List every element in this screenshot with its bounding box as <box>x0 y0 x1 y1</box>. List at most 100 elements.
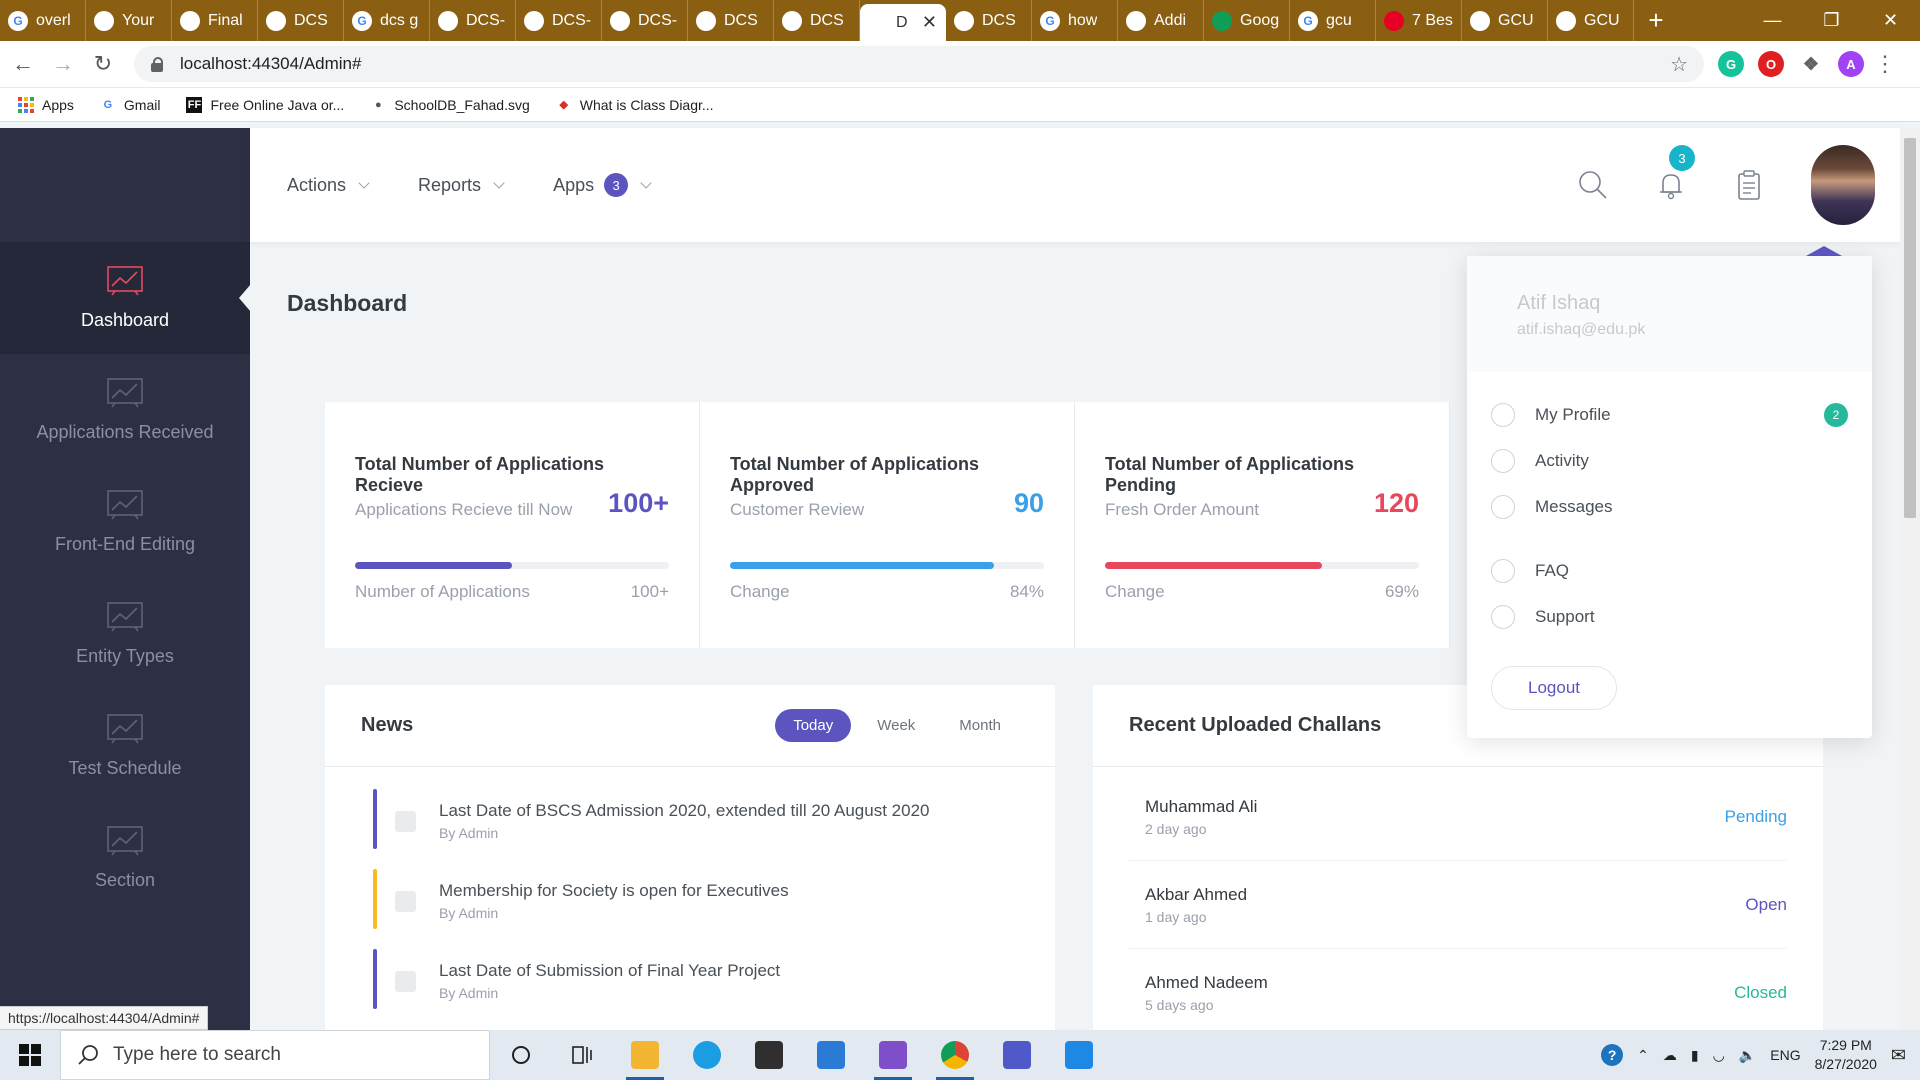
sidebar-item-front-end-editing[interactable]: Front-End Editing <box>0 466 250 578</box>
windows-logo-icon <box>19 1044 41 1066</box>
news-item-checkbox[interactable] <box>395 811 416 832</box>
search-icon[interactable] <box>1577 169 1609 201</box>
help-icon[interactable]: ? <box>1601 1044 1624 1066</box>
challan-status[interactable]: Closed <box>1734 983 1787 1003</box>
clipboard-icon[interactable] <box>1733 169 1765 201</box>
edge-browser-icon[interactable] <box>676 1030 738 1080</box>
language-indicator[interactable]: ENG <box>1770 1047 1800 1063</box>
browser-tab[interactable]: DCS- <box>602 0 688 41</box>
browser-tab[interactable]: Goog <box>1204 0 1290 41</box>
back-icon[interactable]: ← <box>6 47 40 81</box>
browser-tab[interactable]: DCS <box>774 0 860 41</box>
browser-tab[interactable]: DCS <box>946 0 1032 41</box>
news-item-checkbox[interactable] <box>395 891 416 912</box>
file-explorer-icon[interactable] <box>614 1030 676 1080</box>
forward-icon[interactable]: → <box>46 47 80 81</box>
browser-tab[interactable]: Addi <box>1118 0 1204 41</box>
taskbar-clock[interactable]: 7:29 PM 8/27/2020 <box>1815 1036 1877 1074</box>
logout-button[interactable]: Logout <box>1491 666 1617 710</box>
news-item-text[interactable]: Last Date of Submission of Final Year Pr… <box>439 961 1055 981</box>
profile-avatar-icon[interactable]: A <box>1838 51 1864 77</box>
browser-tab[interactable]: Goverl <box>0 0 86 41</box>
profile-menu-item-faq[interactable]: FAQ <box>1467 548 1872 594</box>
bookmark-item[interactable]: ● SchoolDB_Fahad.svg <box>370 97 530 113</box>
browser-tab[interactable]: Final <box>172 0 258 41</box>
browser-tab[interactable]: DCS- <box>430 0 516 41</box>
chrome-icon[interactable] <box>924 1030 986 1080</box>
opera-extension-icon[interactable]: O <box>1758 51 1784 77</box>
notifications-button[interactable]: 3 <box>1655 145 1695 201</box>
bookmark-item[interactable]: Apps <box>18 96 74 113</box>
browser-tab[interactable]: D ✕ <box>860 4 946 41</box>
bookmark-item[interactable]: G Gmail <box>100 97 161 113</box>
browser-menu-icon[interactable]: ⋮ <box>1874 51 1896 77</box>
volume-icon[interactable]: 🔈 <box>1739 1047 1756 1064</box>
browser-tab[interactable]: DCS <box>258 0 344 41</box>
browser-tab[interactable]: Gdcs g <box>344 0 430 41</box>
challan-row[interactable]: Muhammad Ali 2 day ago Pending <box>1129 773 1787 861</box>
browser-tab[interactable]: Ghow <box>1032 0 1118 41</box>
sidebar-item-section[interactable]: Section <box>0 802 250 914</box>
news-filter-month[interactable]: Month <box>941 709 1019 742</box>
battery-icon[interactable]: ▮ <box>1691 1047 1699 1064</box>
sidebar-item-entity-types[interactable]: Entity Types <box>0 578 250 690</box>
task-view-icon[interactable] <box>552 1030 614 1080</box>
bookmark-item[interactable]: ◆ What is Class Diagr... <box>556 97 714 113</box>
action-center-icon[interactable]: ✉ <box>1891 1045 1906 1066</box>
grammarly-extension-icon[interactable]: G <box>1718 51 1744 77</box>
vscode-icon[interactable] <box>1048 1030 1110 1080</box>
news-item-text[interactable]: Last Date of BSCS Admission 2020, extend… <box>439 801 1055 821</box>
browser-tab[interactable]: GCU <box>1548 0 1634 41</box>
cortana-icon[interactable] <box>490 1030 552 1080</box>
news-filter-today[interactable]: Today <box>775 709 852 742</box>
status-bar-url: https://localhost:44304/Admin# <box>0 1006 209 1030</box>
wifi-icon[interactable]: ◡ <box>1713 1047 1725 1064</box>
reload-icon[interactable]: ↻ <box>86 47 120 81</box>
address-bar[interactable]: localhost:44304/Admin# ☆ <box>134 46 1704 82</box>
extensions-puzzle-icon[interactable]: ❖ <box>1798 51 1824 77</box>
browser-tab[interactable]: Your <box>86 0 172 41</box>
bookmark-star-icon[interactable]: ☆ <box>1670 52 1688 77</box>
windows-start-button[interactable] <box>0 1030 60 1080</box>
leaf-icon <box>94 10 114 31</box>
restore-icon[interactable]: ❐ <box>1802 0 1861 41</box>
profile-menu-item-support[interactable]: Support <box>1467 594 1872 640</box>
browser-tab[interactable]: 7 Bes <box>1376 0 1462 41</box>
menu-reports[interactable]: Reports <box>418 175 505 196</box>
challan-row[interactable]: Ahmed Nadeem 5 days ago Closed <box>1129 949 1787 1037</box>
sidebar-item-test-schedule[interactable]: Test Schedule <box>0 690 250 802</box>
challan-status[interactable]: Pending <box>1725 807 1787 827</box>
browser-tab[interactable]: DCS <box>688 0 774 41</box>
close-window-icon[interactable]: ✕ <box>1861 0 1920 41</box>
browser-tab[interactable]: DCS- <box>516 0 602 41</box>
store-icon[interactable] <box>738 1030 800 1080</box>
news-item-text[interactable]: Membership for Society is open for Execu… <box>439 881 1055 901</box>
menu-apps[interactable]: Apps 3 <box>553 173 652 197</box>
chevron-up-icon[interactable]: ⌃ <box>1637 1047 1649 1064</box>
bookmark-item[interactable]: FF Free Online Java or... <box>186 96 344 113</box>
sidebar-item-applications-received[interactable]: Applications Received <box>0 354 250 466</box>
news-item-checkbox[interactable] <box>395 971 416 992</box>
browser-tab[interactable]: GCU <box>1462 0 1548 41</box>
user-avatar[interactable] <box>1811 145 1875 225</box>
progress-fill <box>1105 562 1322 569</box>
scrollbar-thumb[interactable] <box>1904 138 1916 518</box>
teams-icon[interactable] <box>986 1030 1048 1080</box>
challan-row[interactable]: Akbar Ahmed 1 day ago Open <box>1129 861 1787 949</box>
close-tab-icon[interactable]: ✕ <box>922 12 937 33</box>
profile-menu-item-activity[interactable]: Activity <box>1467 438 1872 484</box>
profile-menu-item-messages[interactable]: Messages <box>1467 484 1872 530</box>
visual-studio-icon[interactable] <box>862 1030 924 1080</box>
menu-actions[interactable]: Actions <box>287 175 370 196</box>
news-filter-week[interactable]: Week <box>859 709 933 742</box>
taskbar-search[interactable]: Type here to search <box>60 1030 490 1080</box>
browser-tab[interactable]: Ggcu <box>1290 0 1376 41</box>
minimize-icon[interactable]: — <box>1743 0 1802 41</box>
challan-status[interactable]: Open <box>1745 895 1787 915</box>
onedrive-cloud-icon[interactable]: ☁ <box>1663 1047 1677 1064</box>
new-tab-button[interactable]: + <box>1634 0 1678 41</box>
page-scrollbar[interactable] <box>1900 128 1920 1030</box>
sidebar-item-dashboard[interactable]: Dashboard <box>0 242 250 354</box>
profile-menu-item-my-profile[interactable]: My Profile 2 <box>1467 392 1872 438</box>
mail-icon[interactable] <box>800 1030 862 1080</box>
